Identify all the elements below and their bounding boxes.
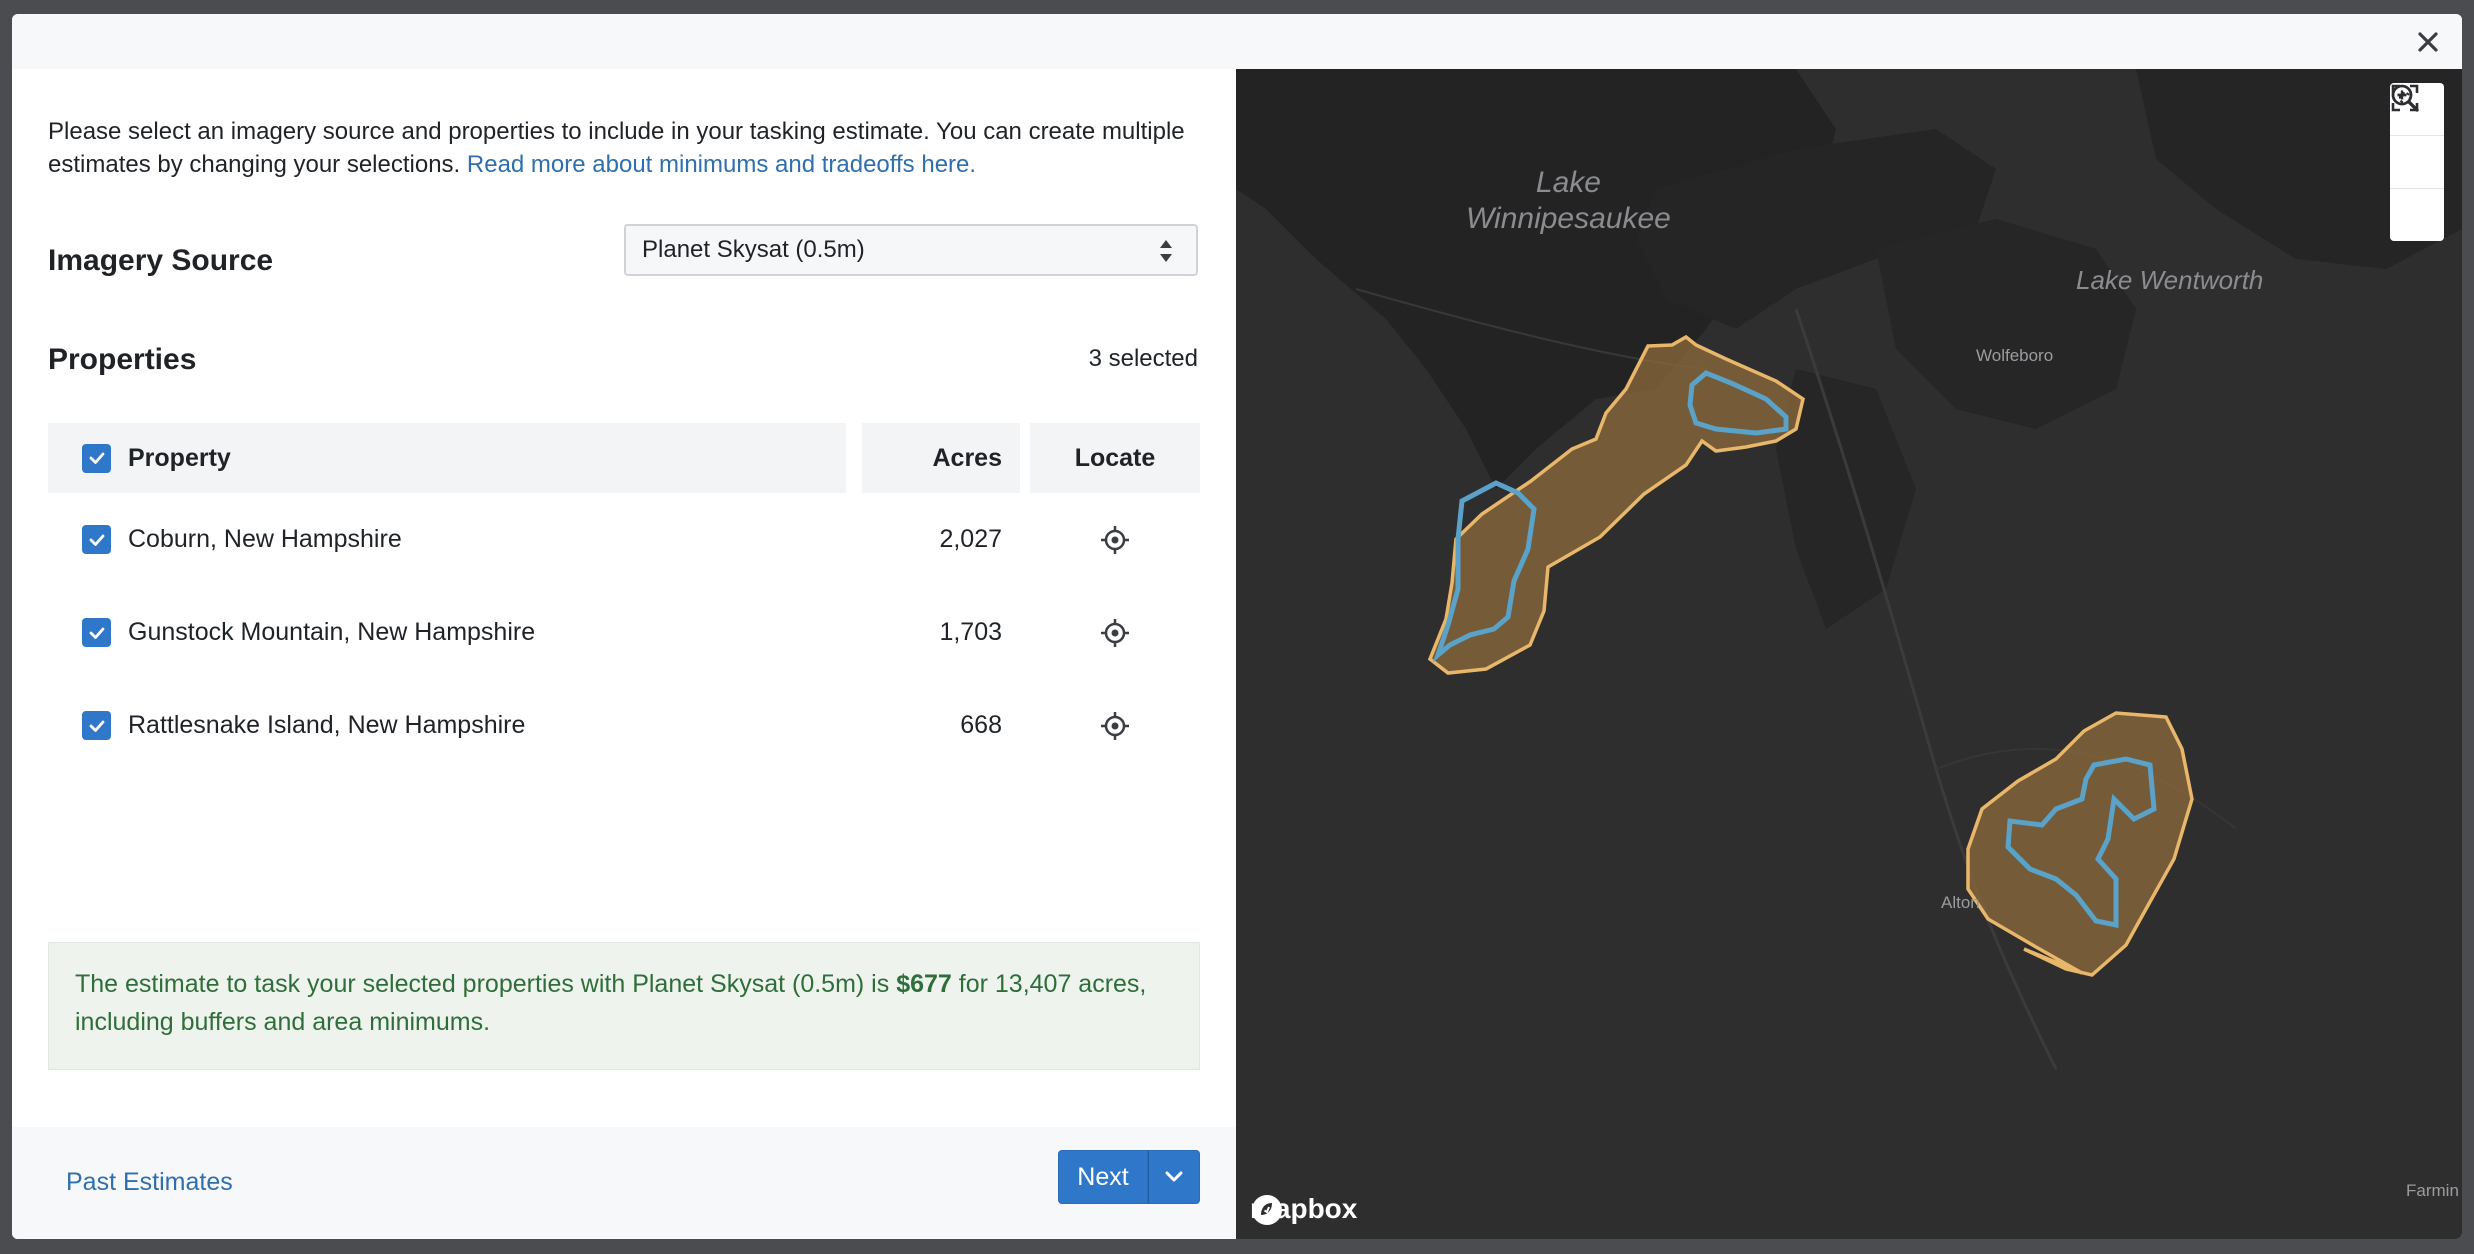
row-checkbox[interactable] [82,525,111,554]
chevron-down-icon [1165,1171,1183,1182]
map-zoom-controls [2390,83,2444,241]
minimums-link[interactable]: Read more about minimums and tradeoffs h… [467,151,976,178]
lake-label: Lake Wentworth [2076,265,2264,295]
locate-button[interactable] [1030,679,1200,772]
crosshair-icon [1101,525,1129,554]
town-label: Alton [1941,893,1980,912]
properties-table: Property Acres Locate Coburn, New Hampsh… [48,423,1200,772]
select-all-checkbox[interactable] [82,443,111,473]
intro-text: Please select an imagery source and prop… [48,115,1208,181]
property-cell: Gunstock Mountain, New Hampshire [82,586,535,679]
mapbox-logo[interactable]: mapbox [1250,1193,1357,1225]
column-locate: Locate [1030,423,1200,493]
select-arrows-icon [1160,240,1172,262]
zoom-out-button[interactable] [2390,84,2444,189]
crosshair-icon [1101,711,1129,740]
town-label: Wolfeboro [1976,346,2054,365]
close-button[interactable] [2408,22,2448,62]
property-cell: Coburn, New Hampshire [82,493,402,586]
fit-bounds-button[interactable] [2390,84,2444,241]
estimate-summary: The estimate to task your selected prope… [48,942,1200,1070]
acres-value: 1,703 [939,618,1002,646]
row-checkbox[interactable] [82,711,111,740]
next-button[interactable]: Next [1058,1150,1148,1204]
property-name: Rattlesnake Island, New Hampshire [128,711,526,739]
property-name: Coburn, New Hampshire [128,525,402,553]
header-property: Property [48,423,846,493]
table-row: Rattlesnake Island, New Hampshire 668 [48,679,1200,772]
property-name: Gunstock Mountain, New Hampshire [128,618,536,646]
locate-button[interactable] [1030,493,1200,586]
acres-value: 2,027 [939,525,1002,553]
imagery-source-label: Imagery Source [48,244,274,277]
next-dropdown-button[interactable] [1148,1150,1200,1204]
check-icon [89,452,104,464]
close-icon [2418,32,2438,52]
crosshair-icon [1101,618,1129,647]
lake-area [1876,219,2136,429]
table-row: Coburn, New Hampshire 2,027 [48,493,1200,586]
estimate-modal: Please select an imagery source and prop… [12,14,2462,1239]
check-icon [89,534,104,546]
estimate-form-panel: Please select an imagery source and prop… [12,69,1236,1239]
table-row: Gunstock Mountain, New Hampshire 1,703 [48,586,1200,679]
properties-label: Properties [48,343,197,376]
modal-header [12,14,2462,69]
town-label: Farmin [2406,1181,2459,1200]
table-header: Property Acres Locate [48,423,1200,493]
lake-label-line1: Lake [1535,166,1601,199]
fit-bounds-icon [2391,84,2419,112]
mapbox-icon [1252,1195,1282,1225]
imagery-source-value: Planet Skysat (0.5m) [642,236,865,263]
acres-value: 668 [960,711,1002,739]
selected-count: 3 selected [1088,345,1198,372]
modal-footer: Past Estimates Next [12,1127,1236,1239]
row-checkbox[interactable] [82,618,111,647]
next-split-button: Next [1058,1150,1200,1204]
column-property: Property [128,443,231,472]
map-view[interactable]: Lake Winnipesaukee Lake Wentworth Wolfeb… [1236,69,2462,1239]
check-icon [89,720,104,732]
map-canvas [1236,69,2462,1070]
column-acres: Acres [862,423,1020,493]
lake-label-line2: Winnipesaukee [1466,202,1671,235]
imagery-source-select[interactable]: Planet Skysat (0.5m) [624,224,1198,276]
property-cell: Rattlesnake Island, New Hampshire [82,679,525,772]
locate-button[interactable] [1030,586,1200,679]
past-estimates-link[interactable]: Past Estimates [66,1168,233,1197]
lake-label: Lake Winnipesaukee [1466,165,1671,237]
check-icon [89,627,104,639]
estimate-price: $677 [896,970,952,998]
estimate-prefix: The estimate to task your selected prope… [75,970,890,998]
